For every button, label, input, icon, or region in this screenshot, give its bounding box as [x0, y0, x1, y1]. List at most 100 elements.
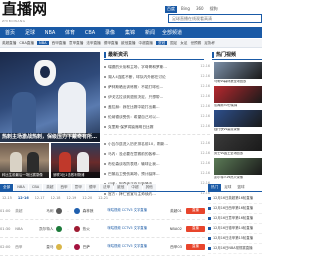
date-tab[interactable]: 12-20: [80, 196, 94, 200]
schedule-tab[interactable]: CBA: [28, 184, 43, 191]
hot-video-thumbnail: [214, 158, 262, 175]
news-item[interactable]: 湖人4连胜不断，球队内外都在讨论 12-16: [104, 72, 210, 82]
subnav-item[interactable]: 中超直播: [139, 41, 153, 45]
bullet-icon: [104, 153, 106, 155]
right-list-item[interactable]: 12月16日德甲第14轮直播: [208, 224, 262, 234]
date-tab[interactable]: 12-15: [0, 196, 14, 200]
nav-item-sports[interactable]: 体育: [60, 30, 80, 36]
nav-item-news[interactable]: 新闻: [140, 30, 160, 36]
hot-video-item[interactable]: 独行侠vs雷霆录像: [214, 110, 262, 133]
news-list: 瑞德的头衔和主场，字母哥和罗斯… 12-16 湖人4连胜不断，球队内外都在讨论 12…: [104, 62, 210, 199]
video-thumbnail[interactable]: 曼联3比1击败利物浦: [51, 143, 100, 178]
schedule-tab[interactable]: 德甲: [85, 184, 99, 191]
schedule-tabs: 全部 NBA CBA 英超 西甲 意甲 德甲 法甲 欧冠 中超 其他: [0, 184, 205, 192]
nav-item-football[interactable]: 足球: [20, 30, 40, 36]
news-item[interactable]: 克里斯·保罗将缺席明日比赛 12-16: [104, 122, 210, 132]
nav-item-highlights[interactable]: 集锦: [120, 30, 140, 36]
subnav-item[interactable]: CBA直播: [19, 41, 34, 45]
search-tab-sogou[interactable]: 搜狗: [208, 6, 220, 13]
subnav-item[interactable]: 女足: [180, 41, 187, 45]
right-tab[interactable]: 篮球: [234, 184, 247, 191]
bullet-icon: [208, 217, 211, 220]
schedule-tab[interactable]: NBA: [14, 184, 28, 191]
right-list-item[interactable]: 12月16日法甲第15轮直播: [208, 234, 262, 244]
match-time: 02:00: [0, 244, 11, 249]
match-row[interactable]: 01:30 NBA 凯尔特人 - 热火 咪咕视频 CCTV5 文字直播 NBA0…: [0, 221, 205, 238]
news-time: 12-16: [200, 141, 210, 146]
nav-item-all-channels[interactable]: 全部频道: [160, 30, 184, 36]
subnav-item[interactable]: 亚冠: [155, 40, 168, 46]
date-tab[interactable]: 12-17: [33, 196, 47, 200]
nav-item-cba[interactable]: CBA: [80, 30, 100, 36]
schedule-tab[interactable]: 法甲: [100, 184, 114, 191]
match-row[interactable]: 02:00 西甲 皇马 - 巴萨 咪咕视频 CCTV5 文字直播 西甲03 直播: [0, 239, 205, 256]
subnav-item[interactable]: 法甲直播: [86, 41, 100, 45]
date-tab[interactable]: 12-18: [49, 196, 63, 200]
news-item[interactable]: 盖拉赫：我在比赛中能打出最… 12-16: [104, 102, 210, 112]
schedule-tab[interactable]: 全部: [0, 184, 14, 191]
subnav-item[interactable]: 英超直播: [2, 41, 16, 45]
schedule-tab[interactable]: 其他: [142, 184, 156, 191]
watch-live-button[interactable]: 直播: [185, 226, 205, 232]
right-list-item[interactable]: 12月16日意甲第16轮直播: [208, 214, 262, 224]
news-item[interactable]: 布伦森谈攻防表现：输球让我… 12-16: [104, 159, 210, 169]
subnav-item[interactable]: 西甲直播: [52, 41, 66, 45]
nav-item-nba[interactable]: NBA: [40, 30, 60, 36]
search-tab-360[interactable]: 360: [194, 6, 206, 13]
news-item[interactable]: 伦纳德谈受伤：希望自己可以… 12-16: [104, 112, 210, 122]
search-box: [168, 14, 262, 23]
search-tab-baidu[interactable]: 百度: [165, 6, 177, 13]
hot-video-caption: 詹姆斯30分集锦: [214, 104, 238, 107]
subnav-item[interactable]: NBA: [37, 40, 49, 46]
right-item-text: 12月16日意甲第16轮直播: [213, 216, 254, 221]
hot-video-item[interactable]: 詹姆斯30分集锦: [214, 86, 262, 109]
schedule-tab[interactable]: 意甲: [71, 184, 85, 191]
schedule-tab[interactable]: 中超: [128, 184, 142, 191]
news-item[interactable]: 瑞德的头衔和主场，字母哥和罗斯… 12-16: [104, 62, 210, 72]
schedule-tab[interactable]: 英超: [43, 184, 57, 191]
hero-banner[interactable]: 热刺主场激战热刺，保级压力下戴奇有所…: [0, 52, 100, 142]
channel-links[interactable]: 咪咕视频 CCTV5 文字直播: [107, 226, 153, 231]
channel-links[interactable]: 咪咕视频 CCTV5 文字直播: [107, 244, 153, 249]
nav-item-replay[interactable]: 录像: [100, 30, 120, 36]
match-row[interactable]: 01:00 英超 马刺 - 森林狼 咪咕视频 CCTV5 文字直播 英超01 直…: [0, 203, 205, 220]
subnav-item[interactable]: 世预赛: [190, 41, 201, 45]
news-item[interactable]: 小瓦尔兹进入历史排名前10，刷新… 12-16: [104, 139, 210, 149]
search-input[interactable]: [169, 15, 261, 22]
search-tab-bing[interactable]: Bing: [179, 6, 192, 13]
news-item[interactable]: 马内：没必要在意赛前的各种… 12-16: [104, 149, 210, 159]
watch-live-button[interactable]: 直播: [185, 244, 205, 250]
date-tab-active[interactable]: 12-16: [16, 196, 31, 200]
right-tab[interactable]: 足球: [221, 184, 234, 191]
site-logo[interactable]: 直播网 ZHIBOWANG: [0, 0, 47, 28]
nav-item-home[interactable]: 首页: [0, 30, 20, 36]
search-engine-tabs: 百度 Bing 360 搜狗: [165, 6, 220, 13]
date-tab[interactable]: 12-21: [96, 196, 110, 200]
subnav-item[interactable]: 德甲直播: [104, 41, 118, 45]
video-thumbnail[interactable]: 科比生前最后一场比赛录像: [0, 143, 49, 178]
hot-video-item[interactable]: 马刺vs森林狼全场回放: [214, 62, 262, 85]
news-item[interactable]: 巴黎后卫受伤离场，预计缺阵… 12-16: [104, 169, 210, 179]
right-tab[interactable]: 热门: [208, 184, 222, 191]
club-crest-image: [34, 60, 56, 86]
hot-video-item[interactable]: 勇士vs国王全场回放: [214, 134, 262, 157]
schedule-tab[interactable]: 西甲: [57, 184, 71, 191]
subnav-item[interactable]: 意甲直播: [69, 41, 83, 45]
watch-live-button[interactable]: 直播: [185, 208, 205, 214]
channel-links[interactable]: 咪咕视频 CCTV5 文字直播: [107, 208, 153, 213]
right-list-item[interactable]: 12月16日西甲第16轮直播: [208, 204, 262, 214]
subnav-item[interactable]: 欧冠直播: [121, 41, 135, 45]
news-time: 12-16: [200, 171, 210, 176]
subnav-item[interactable]: 足协杯: [204, 41, 215, 45]
date-tab[interactable]: 12-19: [64, 196, 78, 200]
right-item-text: 12月16日英超第16轮直播: [213, 196, 254, 201]
hot-video-item[interactable]: 凯尔特人vs热火录像: [214, 158, 262, 181]
news-item[interactable]: 萨林斯晒出训练照：不能打球也… 12-16: [104, 82, 210, 92]
schedule-tab[interactable]: 欧冠: [114, 184, 128, 191]
subnav-item[interactable]: 国足: [170, 41, 177, 45]
bullet-icon: [104, 126, 106, 128]
right-list-item[interactable]: 12月16日英超第16轮直播: [208, 194, 262, 204]
news-item[interactable]: 伊戈达拉谈到退役决定，只想带… 12-16: [104, 92, 210, 102]
news-time: 12-16: [200, 161, 210, 166]
right-list-item[interactable]: 12月16日NBA常规赛直播: [208, 244, 262, 254]
